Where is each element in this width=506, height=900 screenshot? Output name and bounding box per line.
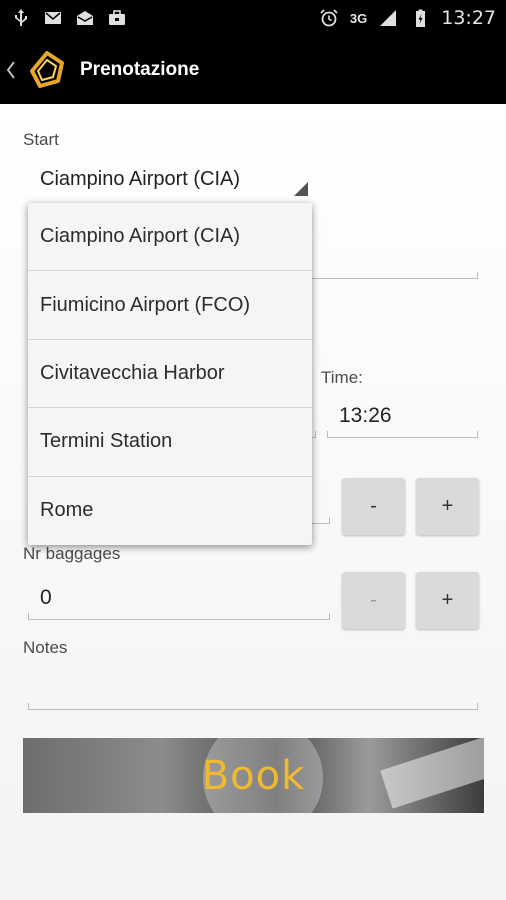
notes-field[interactable]	[28, 666, 478, 710]
notes-label: Notes	[23, 638, 68, 657]
time-label: Time:	[321, 368, 363, 387]
signal-icon	[377, 7, 399, 29]
passengers-minus-button[interactable]: -	[342, 478, 405, 535]
action-bar: Prenotazione	[0, 36, 506, 104]
baggages-label: Nr baggages	[23, 544, 121, 563]
clock: 13:27	[441, 7, 496, 29]
battery-icon	[409, 7, 431, 29]
book-button[interactable]: Book	[23, 738, 484, 813]
app-logo[interactable]	[28, 51, 66, 89]
mail-open-icon	[74, 7, 96, 29]
start-label: Start	[23, 130, 59, 149]
time-value: 13:26	[339, 404, 392, 427]
baggages-value: 0	[40, 586, 52, 609]
time-field[interactable]: 13:26	[327, 394, 478, 438]
status-right: 3G 13:27	[318, 7, 496, 29]
briefcase-icon	[106, 7, 128, 29]
back-chevron-icon[interactable]	[0, 36, 22, 104]
start-spinner[interactable]: Ciampino Airport (CIA)	[28, 156, 308, 200]
dropdown-option-ciampino[interactable]: Ciampino Airport (CIA)	[28, 203, 312, 272]
baggages-plus-button[interactable]: +	[416, 572, 479, 629]
baggages-minus-button[interactable]: -	[342, 572, 405, 629]
dropdown-option-rome[interactable]: Rome	[28, 477, 312, 545]
book-button-label: Book	[201, 752, 306, 799]
page-title: Prenotazione	[80, 59, 200, 80]
start-dropdown-list: Ciampino Airport (CIA) Fiumicino Airport…	[28, 203, 312, 545]
spinner-arrow-icon	[294, 182, 308, 196]
baggages-field[interactable]: 0	[28, 576, 330, 620]
banner-image-highlight	[380, 738, 484, 809]
network-type-label: 3G	[349, 10, 368, 26]
usb-icon	[10, 7, 32, 29]
dropdown-option-fiumicino[interactable]: Fiumicino Airport (FCO)	[28, 271, 312, 340]
passengers-plus-button[interactable]: +	[416, 478, 479, 535]
start-spinner-value: Ciampino Airport (CIA)	[40, 168, 241, 190]
dropdown-option-civitavecchia[interactable]: Civitavecchia Harbor	[28, 340, 312, 409]
alarm-icon	[318, 7, 340, 29]
status-bar: 3G 13:27	[0, 0, 506, 36]
status-left	[10, 7, 128, 29]
mail-icon	[42, 7, 64, 29]
dropdown-option-termini[interactable]: Termini Station	[28, 408, 312, 477]
